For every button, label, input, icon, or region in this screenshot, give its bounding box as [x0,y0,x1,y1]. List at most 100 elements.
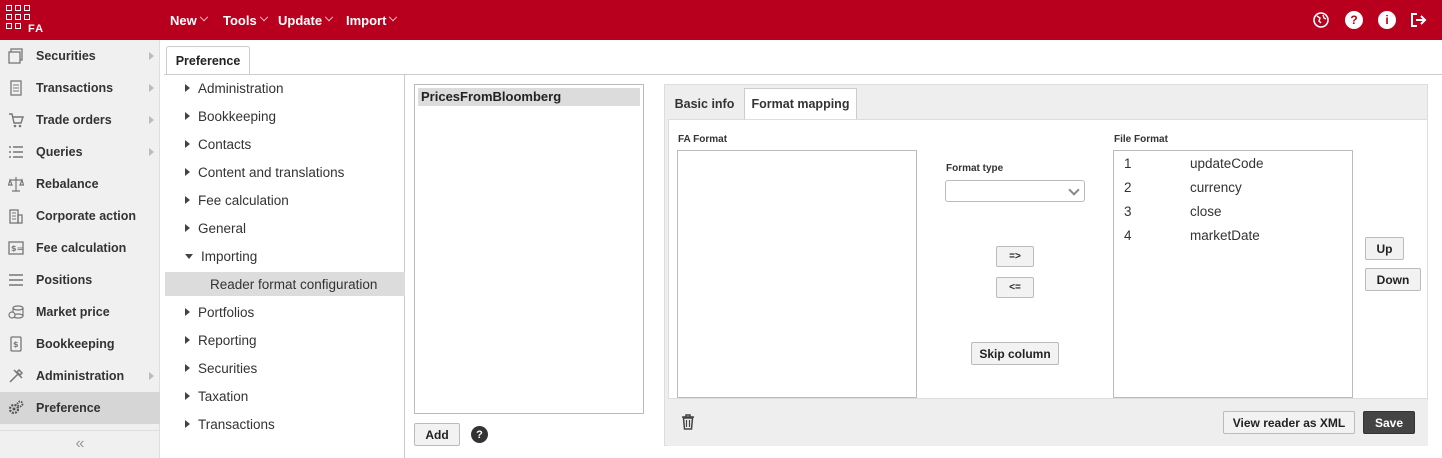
file-format-label: File Format [1114,134,1168,145]
sidebar-item-corporate-action[interactable]: Corporate action [0,200,160,232]
sidebar-item-preference[interactable]: Preference [0,392,160,424]
tree-item-reporting[interactable]: Reporting [165,328,405,352]
row-name: marketDate [1190,228,1260,243]
caret-right-icon[interactable] [185,224,190,232]
caret-right-icon[interactable] [185,84,190,92]
row-name: close [1190,204,1222,219]
help-icon[interactable]: ? [1345,11,1363,29]
tab-basic-info[interactable]: Basic info [668,88,741,119]
sidebar-item-market-price[interactable]: Market price [0,296,160,328]
remove-mapping-button[interactable]: <= [996,277,1034,298]
tree-item-transactions[interactable]: Transactions [165,412,405,436]
caret-down-icon[interactable] [185,253,193,259]
svg-text:$=: $= [11,244,23,253]
chevron-right-icon [149,84,154,92]
tree-item-securities[interactable]: Securities [165,356,405,380]
sidebar-item-administration[interactable]: Administration [0,360,160,392]
tree-item-label: Administration [198,80,284,96]
tree-item-fee-calculation[interactable]: Fee calculation [165,188,405,212]
row-number: 2 [1124,180,1132,195]
caret-right-icon[interactable] [185,392,190,400]
tree-item-administration[interactable]: Administration [165,76,405,100]
chevron-right-icon [149,148,154,156]
row-name: updateCode [1190,156,1264,171]
globe-icon[interactable] [1312,11,1330,29]
tree-item-taxation[interactable]: Taxation [165,384,405,408]
save-button[interactable]: Save [1363,411,1415,434]
tree-item-general[interactable]: General [165,216,405,240]
tree-item-label: Reader format configuration [210,276,378,292]
caret-right-icon[interactable] [185,140,190,148]
tree-item-label: Fee calculation [198,192,289,208]
info-icon[interactable]: i [1378,11,1396,29]
tab-format-mapping[interactable]: Format mapping [744,88,857,119]
collapse-sidebar-button[interactable]: « [0,430,160,458]
chevron-down-icon [199,12,208,22]
list-item[interactable]: 3 close [1114,200,1352,224]
sidebar-item-label: Market price [36,305,110,319]
sidebar-item-fee-calculation[interactable]: $= Fee calculation [0,232,160,264]
sidebar-item-bookkeeping[interactable]: $ Bookkeeping [0,328,160,360]
fa-format-label: FA Format [678,134,728,145]
fa-logo[interactable]: FA [6,5,46,35]
chevron-down-icon [389,12,398,22]
tree-item-portfolios[interactable]: Portfolios [165,300,405,324]
caret-right-icon[interactable] [185,196,190,204]
caret-right-icon[interactable] [185,168,190,176]
list-item[interactable]: 4 marketDate [1114,224,1352,248]
coins-icon [8,304,24,320]
top-bar: FA New Tools Update Import ? i [0,0,1442,40]
list-item[interactable]: 2 currency [1114,176,1352,200]
sidebar-item-securities[interactable]: Securities [0,40,160,72]
chevron-right-icon [149,116,154,124]
list-item[interactable]: 1 updateCode [1114,152,1352,176]
tree-item-reader-format-configuration[interactable]: Reader format configuration [165,272,405,296]
preference-tree: Administration Bookkeeping Contacts Cont… [165,75,405,458]
reader-list[interactable]: PricesFromBloomberg [414,84,644,414]
help-icon[interactable]: ? [471,426,488,443]
sidebar-item-label: Administration [36,369,125,383]
format-type-select[interactable] [945,180,1085,202]
format-type-label: Format type [946,163,1004,174]
logout-icon[interactable] [1410,11,1428,29]
sidebar-item-positions[interactable]: Positions [0,264,160,296]
row-number: 4 [1124,228,1132,243]
move-down-button[interactable]: Down [1365,268,1421,291]
caret-right-icon[interactable] [185,112,190,120]
menu-tools[interactable]: Tools [223,0,268,40]
sidebar: Securities Transactions Trade orders Que… [0,40,160,458]
tree-item-contacts[interactable]: Contacts [165,132,405,156]
sidebar-item-queries[interactable]: Queries [0,136,160,168]
trash-icon[interactable] [681,413,695,431]
sidebar-item-rebalance[interactable]: Rebalance [0,168,160,200]
caret-right-icon[interactable] [185,364,190,372]
caret-right-icon[interactable] [185,336,190,344]
sidebar-item-label: Fee calculation [36,241,127,255]
tree-item-importing[interactable]: Importing [165,244,405,268]
tree-item-bookkeeping[interactable]: Bookkeeping [165,104,405,128]
reader-list-item[interactable]: PricesFromBloomberg [418,88,640,106]
menu-import[interactable]: Import [346,0,398,40]
skip-column-button[interactable]: Skip column [971,342,1059,365]
tab-preference[interactable]: Preference [166,46,250,74]
row-number: 3 [1124,204,1132,219]
list-icon [8,144,24,160]
move-up-button[interactable]: Up [1365,237,1404,260]
sidebar-item-label: Bookkeeping [36,337,115,351]
gears-icon [8,400,24,416]
sidebar-item-label: Rebalance [36,177,99,191]
add-button[interactable]: Add [414,423,460,446]
menu-new[interactable]: New [170,0,208,40]
sidebar-item-trade-orders[interactable]: Trade orders [0,104,160,136]
caret-right-icon[interactable] [185,420,190,428]
tree-item-content-and-translations[interactable]: Content and translations [165,160,405,184]
add-mapping-button[interactable]: => [996,246,1034,267]
file-format-list[interactable]: 1 updateCode 2 currency 3 close 4 marketDate [1113,150,1353,398]
caret-right-icon[interactable] [185,308,190,316]
tree-item-label: Taxation [198,388,249,404]
menu-update[interactable]: Update [278,0,334,40]
sidebar-item-transactions[interactable]: Transactions [0,72,160,104]
sidebar-item-label: Securities [36,49,96,63]
view-reader-as-xml-button[interactable]: View reader as XML [1223,411,1355,434]
fa-format-list[interactable] [677,150,917,398]
